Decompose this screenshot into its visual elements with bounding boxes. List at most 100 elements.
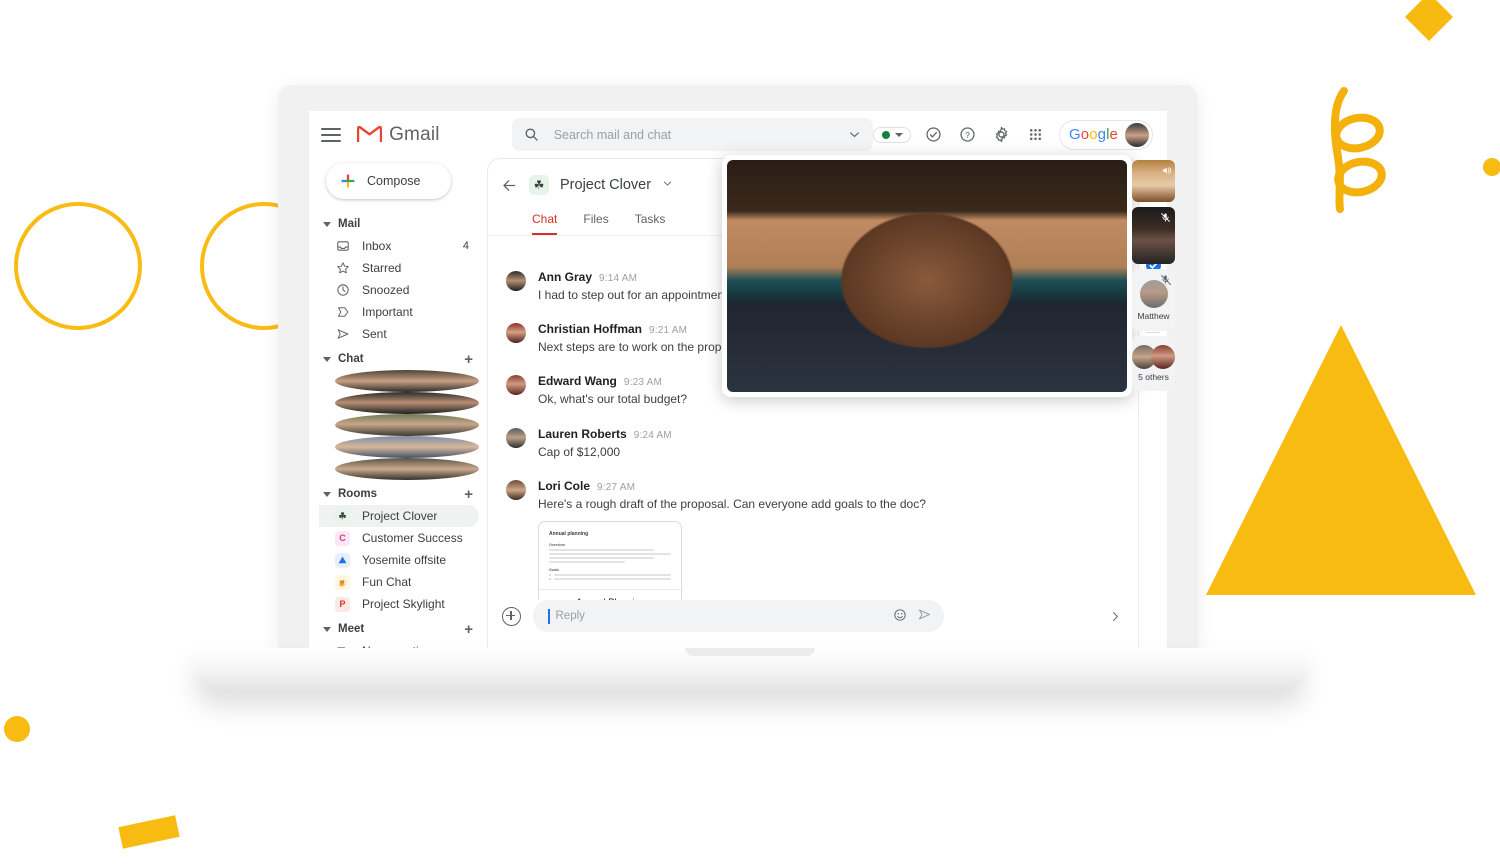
message-time: 9:21 AM xyxy=(649,325,687,336)
sidebar-item-customer-success[interactable]: C Customer Success xyxy=(319,527,479,549)
sidebar-section-header-meet[interactable]: Meet + xyxy=(319,618,485,640)
avatar xyxy=(506,271,526,291)
account-chip[interactable]: Google xyxy=(1059,120,1153,150)
decor-triangle xyxy=(1206,325,1476,595)
sidebar-item-label: Project Clover xyxy=(362,509,437,523)
status-badge[interactable] xyxy=(873,127,911,143)
search-icon xyxy=(524,127,539,142)
emoji-icon[interactable] xyxy=(893,608,907,625)
decor-bar xyxy=(118,815,179,849)
sidebar-item-important[interactable]: Important xyxy=(319,301,479,323)
google-wordmark: Google xyxy=(1069,126,1118,143)
gear-icon[interactable] xyxy=(991,124,1013,146)
participant-tile[interactable]: Matthew xyxy=(1132,269,1175,331)
inbox-icon xyxy=(335,239,350,254)
avatar xyxy=(506,428,526,448)
help-icon[interactable]: ? xyxy=(957,124,979,146)
check-circle-icon[interactable] xyxy=(923,124,945,146)
sidebar-item-label: Starred xyxy=(362,261,401,275)
message-time: 9:14 AM xyxy=(599,273,637,284)
send-icon[interactable] xyxy=(917,607,932,625)
participant-name: Matthew xyxy=(1137,311,1169,321)
plus-icon[interactable]: + xyxy=(464,487,473,502)
sidebar-item-inbox[interactable]: Inbox 4 xyxy=(319,235,479,257)
plus-icon[interactable]: + xyxy=(464,622,473,637)
meet-overlay: Matthew 5 others xyxy=(722,155,1132,397)
sidebar-section-header-chat[interactable]: Chat + xyxy=(319,348,485,370)
sidebar-item-starred[interactable]: Starred xyxy=(319,257,479,279)
back-arrow-icon[interactable] xyxy=(500,176,518,194)
avatar xyxy=(335,436,479,458)
attachment-preview: Annual planning Overview Goals xyxy=(539,522,681,589)
sidebar-item-yosemite-offsite[interactable]: ⛰ Yosemite offsite xyxy=(319,549,479,571)
avatar xyxy=(335,414,479,436)
attachment-card[interactable]: Annual planning Overview Goals xyxy=(538,521,682,600)
tab-tasks[interactable]: Tasks xyxy=(635,212,666,235)
apps-grid-icon[interactable] xyxy=(1025,124,1047,146)
sidebar-item-label: Fun Chat xyxy=(362,575,411,589)
decor-dot-right xyxy=(1483,158,1500,176)
sidebar-section-mail: Mail Inbox 4 Starred xyxy=(319,213,485,345)
chevron-down-icon[interactable] xyxy=(662,178,673,192)
sidebar-item-snoozed[interactable]: Snoozed xyxy=(319,279,479,301)
letter-badge-icon: C xyxy=(335,531,350,546)
clover-room-icon: ☘ xyxy=(529,175,549,195)
sidebar-item-label: Important xyxy=(362,305,413,319)
participant-overflow-tile[interactable]: 5 others xyxy=(1132,336,1175,391)
tab-files[interactable]: Files xyxy=(583,212,608,235)
compose-button[interactable]: Compose xyxy=(326,163,451,199)
hamburger-icon[interactable] xyxy=(321,124,341,146)
attachment-preview-title: Annual planning xyxy=(549,531,671,537)
caret-down-icon xyxy=(323,627,331,632)
reply-box[interactable] xyxy=(533,600,944,632)
avatar xyxy=(506,375,526,395)
attachment-preview-section: Goals xyxy=(549,568,671,572)
message-author: Edward Wang xyxy=(538,374,617,388)
plus-circle-icon[interactable] xyxy=(502,607,521,626)
sidebar-section-header-mail[interactable]: Mail xyxy=(319,213,485,235)
participant-tile[interactable] xyxy=(1132,160,1175,202)
tab-chat[interactable]: Chat xyxy=(532,212,557,235)
caret-down-icon xyxy=(323,492,331,497)
mountain-emoji-icon: ⛰ xyxy=(335,553,350,568)
avatar xyxy=(1151,345,1175,369)
mic-off-icon xyxy=(1160,272,1171,283)
chevron-right-icon[interactable] xyxy=(1109,610,1122,623)
gmail-logo: Gmail xyxy=(357,124,440,146)
sidebar-item-gloria-hill[interactable]: Gloria Hill xyxy=(319,370,479,392)
sidebar-item-label: Project Skylight xyxy=(362,597,445,611)
header-actions: ? Google xyxy=(873,120,1157,150)
sidebar-item-sent[interactable]: Sent xyxy=(319,323,479,345)
search-input[interactable] xyxy=(552,127,835,143)
plus-icon[interactable]: + xyxy=(464,352,473,367)
message-author: Lauren Roberts xyxy=(538,427,627,441)
avatar[interactable] xyxy=(1125,123,1149,147)
attachment-footer: Annual Planning Edited by Evan Kortendic… xyxy=(539,589,681,600)
sidebar-section-title: Meet xyxy=(338,623,364,635)
search-bar[interactable] xyxy=(512,118,873,151)
chevron-down-icon[interactable] xyxy=(848,128,861,141)
decor-squiggle xyxy=(1322,85,1412,215)
reply-input[interactable] xyxy=(554,609,884,623)
decor-circle-outline-1 xyxy=(14,202,142,330)
svg-text:?: ? xyxy=(966,130,971,140)
message-time: 9:24 AM xyxy=(634,430,672,441)
sidebar-section-header-rooms[interactable]: Rooms + xyxy=(319,483,485,505)
decor-diamond xyxy=(1405,0,1453,41)
sidebar-item-diogo-santos[interactable]: Diogo Santos xyxy=(319,414,479,436)
sidebar-item-project-clover[interactable]: ☘ Project Clover xyxy=(319,505,479,527)
sidebar-item-jessica-crowley[interactable]: Jessica Crowley xyxy=(319,458,479,480)
message-item: Lauren Roberts9:24 AM Cap of $12,000 xyxy=(506,427,1120,460)
participant-tile[interactable] xyxy=(1132,207,1175,264)
sidebar-item-ann-gray[interactable]: Ann Gray xyxy=(319,392,479,414)
plus-colored-icon xyxy=(340,173,356,189)
sidebar-item-label: Inbox xyxy=(362,239,391,253)
send-icon xyxy=(335,327,350,342)
meet-main-video[interactable] xyxy=(727,160,1127,392)
chevron-down-icon xyxy=(895,133,903,137)
gmail-m-icon xyxy=(357,125,382,144)
message-time: 9:23 AM xyxy=(624,377,662,388)
sidebar-item-project-skylight[interactable]: P Project Skylight xyxy=(319,593,479,615)
sidebar-item-raymond-dow[interactable]: Raymond Dow xyxy=(319,436,479,458)
sidebar-item-fun-chat[interactable]: 🍺 Fun Chat xyxy=(319,571,479,593)
